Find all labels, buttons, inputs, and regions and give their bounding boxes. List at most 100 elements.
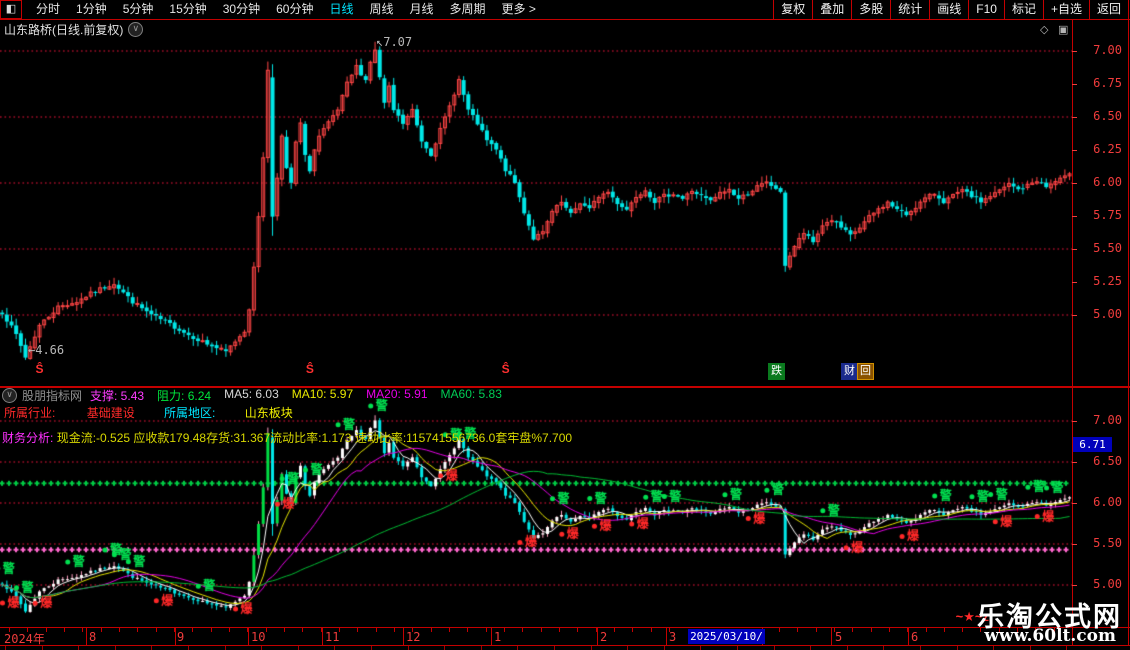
clipped-row-tick xyxy=(444,646,445,650)
period-tab[interactable]: 30分钟 xyxy=(215,0,268,19)
axis-minor-tick xyxy=(926,628,927,632)
month-label: 5 xyxy=(835,630,843,644)
dividend-mark: Ŝ xyxy=(35,362,44,376)
toolbar-button[interactable]: 画线 xyxy=(929,0,968,19)
toolbar-button[interactable]: 返回 xyxy=(1088,0,1129,19)
axis-tick xyxy=(1072,150,1077,151)
axis-price-label: 5.50 xyxy=(1093,241,1122,255)
axis-top-line xyxy=(0,627,1130,628)
finance-values: 现金流:-0.525 应收款179.48存货:31.367流动比率:1.173 … xyxy=(56,431,573,445)
axis-tick xyxy=(1072,503,1077,504)
indicator-pair: MA60: 5.83 xyxy=(440,387,502,401)
clipped-row-tick xyxy=(993,646,994,650)
axis-minor-tick xyxy=(431,628,432,632)
event-tag[interactable]: 跌 xyxy=(768,363,785,380)
watermark-site-url: www.60lt.com xyxy=(984,626,1116,646)
chart-title-row: 山东路桥(日线.前复权) ∨ xyxy=(4,21,144,38)
layout-icon[interactable]: ▣ xyxy=(1058,23,1068,36)
axis-minor-tick xyxy=(192,628,193,632)
axis-minor-tick xyxy=(962,628,963,632)
clipped-row-tick xyxy=(481,646,482,650)
axis-tick xyxy=(1072,117,1077,118)
axis-minor-tick xyxy=(211,628,212,632)
axis-price-label: 6.50 xyxy=(1093,109,1122,123)
period-tab[interactable]: 15分钟 xyxy=(161,0,214,19)
clipped-row-tick xyxy=(517,646,518,650)
indicator-pair: 阻力: 6.24 xyxy=(157,389,212,403)
clipped-row-tick xyxy=(1030,646,1031,650)
window-split-icon[interactable]: ◧ xyxy=(0,0,22,19)
toolbar-button[interactable]: 叠加 xyxy=(812,0,851,19)
period-tab[interactable]: 更多 > xyxy=(494,0,544,19)
axis-minor-tick xyxy=(229,628,230,632)
axis-tick xyxy=(1072,585,1077,586)
finance-bar: 财务分析: 现金流:-0.525 应收款179.48存货:31.367流动比率:… xyxy=(2,429,572,446)
toolbar-button[interactable]: 多股 xyxy=(851,0,890,19)
axis-minor-tick xyxy=(577,628,578,632)
axis-minor-tick xyxy=(64,628,65,632)
clipped-row-tick xyxy=(883,646,884,650)
month-label: 9 xyxy=(177,630,185,644)
axis-minor-tick xyxy=(614,628,615,632)
toolbar-divider xyxy=(0,19,1130,20)
collapse-chevron-icon[interactable]: ∨ xyxy=(128,22,144,37)
clipped-row-tick xyxy=(847,646,848,650)
indicator-pair: MA5: 6.03 xyxy=(224,387,279,401)
month-separator xyxy=(322,628,323,645)
period-tab[interactable]: 日线 xyxy=(321,0,361,19)
region-value[interactable]: 山东板块 xyxy=(245,406,293,420)
toolbar-button[interactable]: 统计 xyxy=(890,0,929,19)
axis-minor-tick xyxy=(247,628,248,632)
clipped-row-tick xyxy=(737,646,738,650)
clipped-row-tick xyxy=(591,646,592,650)
axis-minor-tick xyxy=(46,628,47,632)
indicator-pair: MA10: 5.97 xyxy=(291,387,354,401)
stock-info-bar: 所属行业: 基础建设 所属地区: 山东板块 xyxy=(4,404,293,421)
toolbar-button[interactable]: F10 xyxy=(968,0,1004,19)
axis-price-label: 5.75 xyxy=(1093,208,1122,222)
axis-minor-tick xyxy=(284,628,285,632)
indicator-status-bar: ∨ 股朋指标网 支撑: 5.43 阻力: 6.24 MA5: 6.03 MA10: 5… xyxy=(2,387,502,403)
industry-value[interactable]: 基础建设 xyxy=(87,406,135,420)
toolbar-buttons: 复权 叠加 多股 统计 画线 F10 标记 +自选 返回 xyxy=(773,0,1129,19)
event-tag[interactable]: 财 xyxy=(841,363,858,380)
indicator-pair: MA20: 5.91 xyxy=(366,387,428,401)
period-tab[interactable]: 5分钟 xyxy=(115,0,162,19)
period-tab[interactable]: 60分钟 xyxy=(268,0,321,19)
dividend-mark: Ŝ xyxy=(305,362,314,376)
event-tag[interactable]: 回 xyxy=(857,363,874,380)
month-label: 2024年 xyxy=(4,632,45,646)
axis-price-label: 5.00 xyxy=(1093,577,1122,591)
clipped-row-tick xyxy=(188,646,189,650)
toolbar-button[interactable]: 标记 xyxy=(1003,0,1043,19)
axis-price-label: 7.00 xyxy=(1093,43,1122,57)
month-label: 11 xyxy=(325,630,340,644)
axis-minor-tick xyxy=(852,628,853,632)
axis-price-label: 6.00 xyxy=(1093,495,1122,509)
period-tab[interactable]: 分时 xyxy=(28,0,68,19)
period-tab[interactable]: 月线 xyxy=(402,0,442,19)
toolbar-button[interactable]: 复权 xyxy=(773,0,812,19)
axis-minor-tick xyxy=(394,628,395,632)
period-tab[interactable]: 周线 xyxy=(361,0,401,19)
axis-minor-tick xyxy=(376,628,377,632)
chart-title: 山东路桥(日线.前复权) xyxy=(4,23,124,37)
period-tab[interactable]: 多周期 xyxy=(442,0,494,19)
clipped-row-tick xyxy=(957,646,958,650)
toolbar-button[interactable]: +自选 xyxy=(1042,0,1089,19)
axis-minor-tick xyxy=(156,628,157,632)
axis-minor-tick xyxy=(559,628,560,632)
brand-collapse-icon[interactable]: ∨ xyxy=(2,388,17,403)
month-separator xyxy=(908,628,909,645)
month-separator xyxy=(175,628,176,645)
diamond-icon[interactable]: ◇ xyxy=(1040,23,1048,36)
top-toolbar: ◧ 分时 1分钟 5分钟 15分钟 30分钟 60分钟 日线 周线 月线 多周期 更多 > 复权 叠加… xyxy=(0,0,1130,19)
axis-minor-tick xyxy=(522,628,523,632)
clipped-row-tick xyxy=(920,646,921,650)
candlestick-chart-canvas[interactable] xyxy=(0,0,1130,650)
month-label: 1 xyxy=(494,630,502,644)
axis-minor-tick xyxy=(449,628,450,632)
period-tab[interactable]: 1分钟 xyxy=(68,0,115,19)
axis-minor-tick xyxy=(779,628,780,632)
dividend-mark: Ŝ xyxy=(501,362,510,376)
